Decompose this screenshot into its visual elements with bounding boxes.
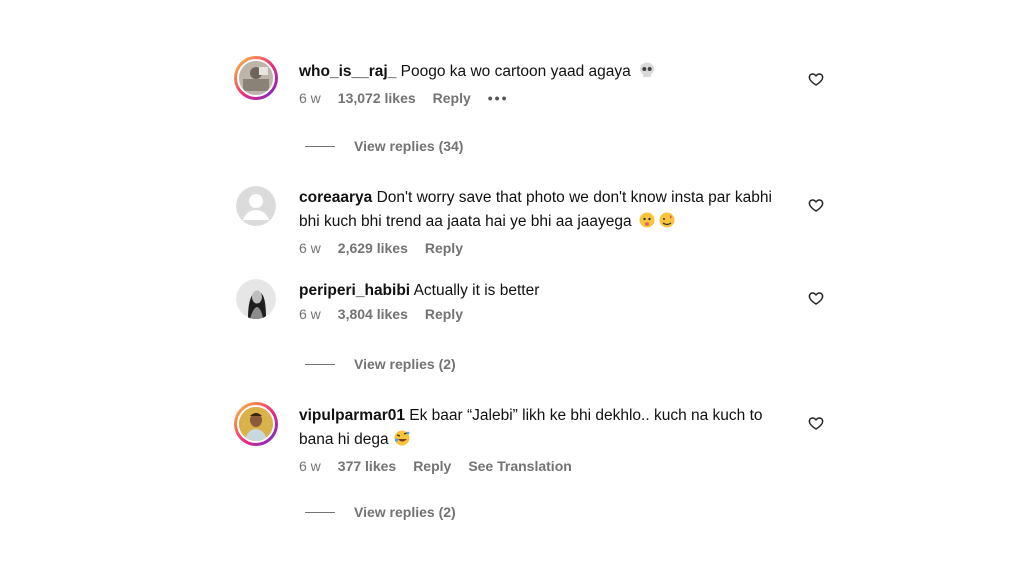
comment-text: who_is__raj_ Poogo ka wo cartoon yaad ag…: [299, 60, 799, 87]
avatar[interactable]: [236, 186, 276, 226]
comment-username[interactable]: vipulparmar01: [299, 407, 405, 424]
replies-divider: [305, 145, 335, 147]
comment-text: periperi_habibi Actually it is better: [299, 279, 799, 303]
avatar-photo: [236, 279, 276, 319]
view-replies-button[interactable]: View replies (2): [305, 356, 456, 372]
view-replies-button[interactable]: View replies (2): [305, 504, 456, 520]
likes-count[interactable]: 13,072 likes: [338, 90, 416, 106]
likes-count[interactable]: 2,629 likes: [338, 240, 408, 256]
comment-text: coreaarya Don't worry save that photo we…: [299, 186, 794, 237]
comment-body: Poogo ka wo cartoon yaad agaya: [400, 63, 631, 80]
comment-age: 6 w: [299, 90, 321, 106]
likes-count[interactable]: 3,804 likes: [338, 306, 408, 322]
view-replies-label: View replies (2): [354, 504, 456, 520]
see-translation-button[interactable]: See Translation: [468, 458, 571, 474]
heart-icon[interactable]: [808, 197, 824, 213]
comment-meta: 6 w 3,804 likes Reply: [299, 306, 799, 322]
default-avatar-icon: [236, 186, 276, 226]
replies-divider: [305, 511, 335, 513]
replies-divider: [305, 363, 335, 365]
more-options-button[interactable]: •••: [488, 90, 509, 106]
avatar-photo: [239, 407, 273, 441]
avatar-photo: [239, 61, 273, 95]
heart-icon[interactable]: [808, 415, 824, 431]
comment-text: vipulparmar01 Ek baar “Jalebi” likh ke b…: [299, 404, 769, 455]
reply-button[interactable]: Reply: [425, 240, 463, 256]
avatar[interactable]: [234, 402, 278, 446]
view-replies-label: View replies (34): [354, 138, 464, 154]
comment-meta: 6 w 13,072 likes Reply •••: [299, 90, 799, 106]
comment-age: 6 w: [299, 240, 321, 256]
reply-button[interactable]: Reply: [413, 458, 451, 474]
view-replies-button[interactable]: View replies (34): [305, 138, 463, 154]
heart-icon[interactable]: [808, 290, 824, 306]
comment-age: 6 w: [299, 458, 321, 474]
comment-username[interactable]: periperi_habibi: [299, 282, 410, 299]
comment-username[interactable]: who_is__raj_: [299, 63, 396, 80]
skull-emoji: [638, 61, 656, 87]
reply-button[interactable]: Reply: [433, 90, 471, 106]
comment-meta: 6 w 2,629 likes Reply: [299, 240, 794, 256]
comment-body: Actually it is better: [413, 282, 540, 299]
reply-button[interactable]: Reply: [425, 306, 463, 322]
likes-count[interactable]: 377 likes: [338, 458, 396, 474]
heart-icon[interactable]: [808, 71, 824, 87]
avatar[interactable]: [236, 279, 276, 319]
comment-meta: 6 w 377 likes Reply See Translation: [299, 458, 769, 474]
rofl-emoji: [393, 429, 411, 455]
comment-age: 6 w: [299, 306, 321, 322]
comment-username[interactable]: coreaarya: [299, 189, 372, 206]
view-replies-label: View replies (2): [354, 356, 456, 372]
avatar[interactable]: [234, 56, 278, 100]
face-emojis: [639, 211, 679, 237]
